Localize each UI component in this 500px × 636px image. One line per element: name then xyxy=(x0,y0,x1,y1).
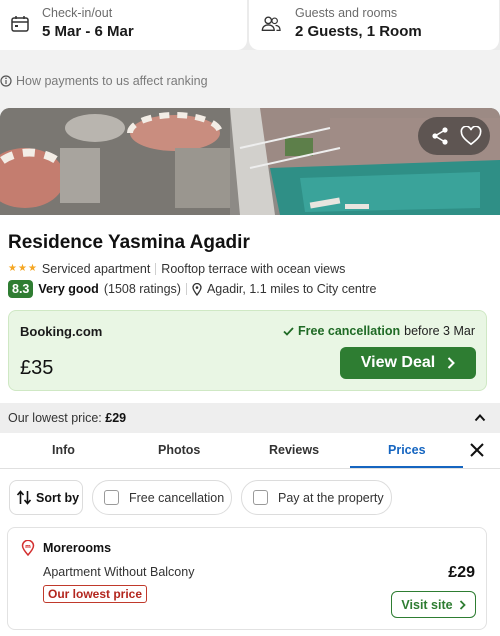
free-cancellation-label: Free cancellation xyxy=(298,324,401,338)
deal-site-name: Booking.com xyxy=(20,324,103,339)
divider xyxy=(185,283,187,295)
ratings-count: (1508 ratings) xyxy=(103,282,181,296)
checkin-label: Check-in/out xyxy=(42,6,113,20)
active-tab-indicator xyxy=(350,466,463,468)
guests-label: Guests and rooms xyxy=(295,6,398,20)
lowest-price-badge: Our lowest price xyxy=(43,585,148,603)
tab-bar: Info Photos Reviews Prices xyxy=(0,433,500,469)
ranking-info-link[interactable]: How payments to us affect ranking xyxy=(0,74,208,88)
free-cancellation-filter[interactable]: Free cancellation xyxy=(92,480,232,515)
visit-site-button[interactable]: Visit site xyxy=(391,591,476,618)
hotel-photo[interactable] xyxy=(0,108,500,215)
tab-prices[interactable]: Prices xyxy=(388,443,426,457)
pay-at-property-filter[interactable]: Pay at the property xyxy=(241,480,392,515)
ranking-text: How payments to us affect ranking xyxy=(16,74,208,88)
star-rating: ★ ★ ★ xyxy=(8,263,37,275)
visit-site-label: Visit site xyxy=(401,597,453,612)
rating-score-badge: 8.3 xyxy=(8,280,34,298)
rating-word: Very good xyxy=(38,282,99,296)
view-deal-label: View Deal xyxy=(360,354,436,371)
lowest-price-text: Our lowest price: £29 xyxy=(8,411,126,425)
sort-arrows-icon xyxy=(16,490,32,505)
top-deal-box[interactable]: Booking.com Free cancellation before 3 M… xyxy=(8,310,487,391)
chevron-right-icon xyxy=(459,599,466,610)
sort-button[interactable]: Sort by xyxy=(9,480,83,515)
tab-reviews[interactable]: Reviews xyxy=(269,443,319,457)
hotel-card: Residence Yasmina Agadir ★ ★ ★ Serviced … xyxy=(0,108,500,403)
room-type: Apartment Without Balcony xyxy=(43,565,195,579)
sort-label: Sort by xyxy=(36,490,80,505)
hotel-rating-row: 8.3 Very good (1508 ratings) Agadir, 1.1… xyxy=(8,280,376,298)
chevron-up-icon[interactable] xyxy=(474,412,486,424)
divider xyxy=(155,263,157,275)
guests-selector[interactable]: Guests and rooms 2 Guests, 1 Room xyxy=(249,0,499,50)
tab-photos[interactable]: Photos xyxy=(158,443,200,457)
share-icon[interactable] xyxy=(430,126,450,146)
free-cancellation-checkbox[interactable] xyxy=(104,490,119,505)
hotel-location: Agadir, 1.1 miles to City centre xyxy=(206,282,377,296)
info-icon xyxy=(0,75,12,87)
photo-actions xyxy=(418,117,490,155)
search-summary-bar: Check-in/out 5 Mar - 6 Mar Guests and ro… xyxy=(0,0,500,50)
offer-card[interactable]: m Morerooms Apartment Without Balcony Ou… xyxy=(7,527,487,630)
chevron-right-icon xyxy=(447,357,456,369)
star-icon: ★ xyxy=(17,263,27,274)
deal-price: £35 xyxy=(20,357,54,379)
free-cancellation-info: Free cancellation before 3 Mar xyxy=(283,324,475,338)
star-icon: ★ xyxy=(27,263,37,274)
free-cancellation-filter-label: Free cancellation xyxy=(129,490,225,505)
filter-row: Sort by Free cancellation Pay at the pro… xyxy=(0,480,500,516)
lowest-price-bar[interactable]: Our lowest price: £29 xyxy=(0,403,500,433)
hotel-type: Serviced apartment xyxy=(41,262,151,276)
star-icon: ★ xyxy=(8,263,17,274)
pay-at-property-checkbox[interactable] xyxy=(253,490,268,505)
provider-name: Morerooms xyxy=(43,541,112,555)
cancellation-date: before 3 Mar xyxy=(404,324,475,338)
view-deal-button[interactable]: View Deal xyxy=(340,347,476,379)
close-icon[interactable] xyxy=(470,443,484,457)
offer-price: £29 xyxy=(448,564,475,581)
guests-icon xyxy=(261,16,281,32)
calendar-icon xyxy=(11,16,29,32)
tab-info[interactable]: Info xyxy=(52,443,75,457)
location-pin-icon xyxy=(192,282,202,296)
provider-logo-icon: m xyxy=(21,540,35,556)
check-icon xyxy=(283,326,294,336)
hotel-name[interactable]: Residence Yasmina Agadir xyxy=(8,232,250,254)
svg-text:m: m xyxy=(25,544,31,550)
heart-icon[interactable] xyxy=(460,126,482,146)
checkin-selector[interactable]: Check-in/out 5 Mar - 6 Mar xyxy=(0,0,247,50)
hotel-meta: ★ ★ ★ Serviced apartment Rooftop terrace… xyxy=(8,262,345,276)
pay-at-property-label: Pay at the property xyxy=(278,490,384,505)
details-panel: Info Photos Reviews Prices Sort by Free … xyxy=(0,433,500,636)
lowest-price-value: £29 xyxy=(105,411,127,425)
checkin-value: 5 Mar - 6 Mar xyxy=(42,23,134,40)
hotel-feature: Rooftop terrace with ocean views xyxy=(161,262,346,276)
lowest-price-label: Our lowest price: xyxy=(8,411,102,425)
guests-value: 2 Guests, 1 Room xyxy=(295,23,422,40)
